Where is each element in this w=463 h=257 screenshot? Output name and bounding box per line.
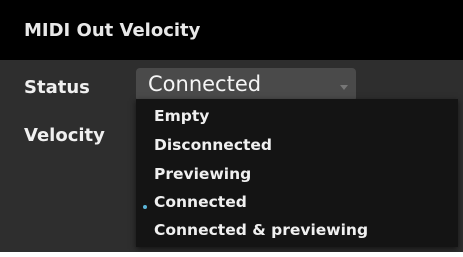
status-option-connected-previewing[interactable]: Connected & previewing — [154, 221, 368, 245]
bottom-edge — [0, 252, 463, 257]
panel-title: MIDI Out Velocity — [24, 20, 201, 41]
selected-bullet-icon — [143, 205, 147, 209]
status-option-connected[interactable]: Connected — [154, 193, 247, 217]
panel-header: MIDI Out Velocity — [0, 0, 463, 60]
status-dropdown-menu: Empty Disconnected Previewing Connected … — [136, 99, 458, 247]
status-select[interactable]: Connected — [136, 68, 356, 102]
status-option-empty[interactable]: Empty — [154, 107, 209, 131]
status-option-previewing[interactable]: Previewing — [154, 165, 251, 189]
midi-out-velocity-panel: MIDI Out Velocity Status Velocity Connec… — [0, 0, 463, 257]
status-select-value: Connected — [148, 72, 262, 96]
chevron-down-icon — [340, 85, 348, 90]
velocity-label: Velocity — [24, 125, 105, 146]
status-label: Status — [24, 77, 90, 98]
status-option-disconnected[interactable]: Disconnected — [154, 136, 272, 160]
